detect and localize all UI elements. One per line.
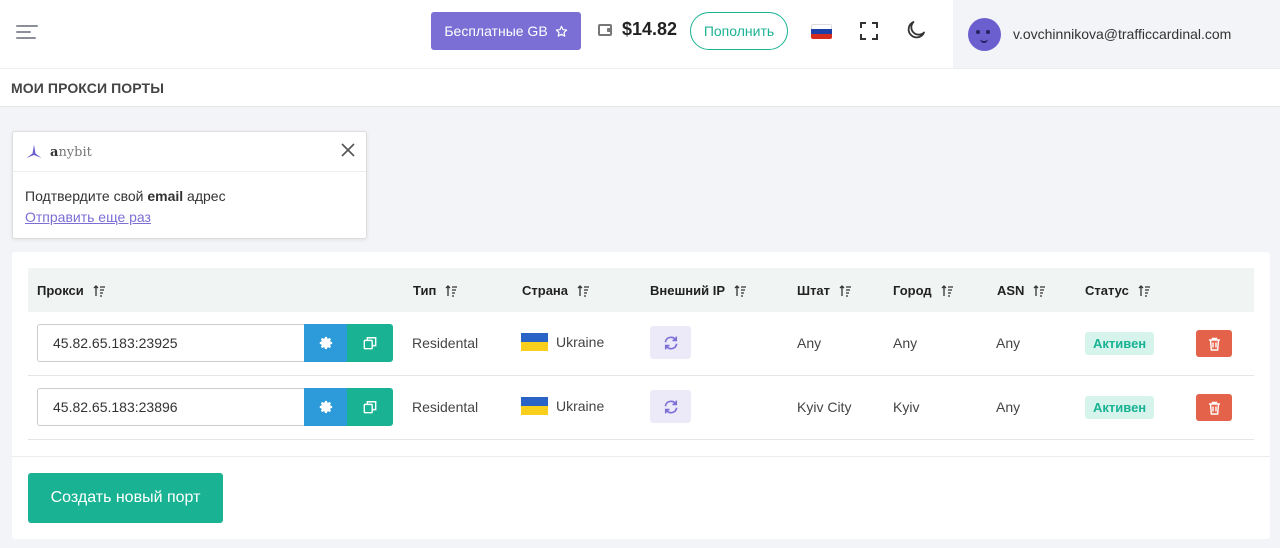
proxy-state: Kyiv City [797,399,852,415]
proxy-country: Ukraine [521,397,604,415]
column-header-type[interactable]: Тип [413,283,458,298]
status-badge: Активен [1085,332,1155,355]
copy-icon [363,337,377,350]
column-header-state[interactable]: Штат [797,283,852,298]
anybit-logo-icon [26,144,42,158]
menu-icon[interactable] [16,23,38,41]
sort-icon [941,284,953,297]
close-icon[interactable] [340,142,356,158]
resend-link[interactable]: Отправить еще раз [25,207,354,228]
proxy-city: Any [893,335,918,351]
sort-icon [1138,284,1150,297]
copy-proxy-button[interactable] [347,388,393,426]
card-footer-divider [12,456,1270,457]
proxy-type: Residental [412,399,479,415]
sort-icon [577,284,590,297]
user-email: v.ovchinnikova@trafficcardinal.com [1013,26,1232,42]
star-icon [555,25,567,37]
status-badge: Активен [1085,396,1155,419]
proxy-field-group [37,324,393,362]
sort-icon [839,284,852,297]
delete-proxy-button[interactable] [1196,394,1232,421]
sort-icon [1033,284,1046,297]
column-header-proxy[interactable]: Прокси [37,283,106,298]
column-header-external-ip[interactable]: Внешний IP [650,283,747,298]
proxy-asn: Any [996,335,1021,351]
user-menu[interactable]: v.ovchinnikova@trafficcardinal.com [953,0,1280,68]
table-header: Прокси Тип Страна Внешний IP Штат Город … [28,268,1254,312]
refresh-icon [664,400,677,413]
balance-value: $14.82 [622,19,678,39]
free-gb-label: Бесплатные GB [444,23,548,39]
moon-icon[interactable] [904,18,928,42]
table-row: Residental Ukraine Kyiv City Kyiv Any Ак… [28,376,1254,440]
wallet-icon [598,24,612,36]
sort-icon [93,284,105,297]
refresh-ip-button[interactable] [650,390,691,423]
column-header-city[interactable]: Город [893,283,954,298]
proxy-country: Ukraine [521,333,604,351]
language-flag-ru-icon[interactable] [811,24,832,39]
proxy-field-group [37,388,393,426]
proxy-settings-button[interactable] [304,388,347,426]
page-title-bar: МОИ ПРОКСИ ПОРТЫ [0,68,1280,107]
topup-button[interactable]: Пополнить [690,12,788,50]
trash-icon [1208,401,1220,415]
trash-icon [1208,337,1220,351]
proxy-city: Kyiv [893,399,920,415]
proxy-address-input[interactable] [37,388,304,426]
proxy-state: Any [797,335,822,351]
refresh-ip-button[interactable] [650,326,691,359]
table-row: Residental Ukraine Any Any Any Активен [28,312,1254,376]
fullscreen-icon[interactable] [860,22,878,40]
column-header-country[interactable]: Страна [522,283,590,298]
sort-icon [734,284,747,297]
free-gb-button[interactable]: Бесплатные GB [431,12,581,50]
toast-brand: anybit [50,145,92,160]
proxy-ports-card: Прокси Тип Страна Внешний IP Штат Город … [12,252,1270,539]
email-confirm-toast: anybit Подтвердите свой email адрес Отпр… [12,131,367,239]
gear-icon [319,336,332,350]
toast-body: Подтвердите свой email адрес Отправить е… [13,172,366,228]
country-name: Ukraine [556,334,605,350]
refresh-icon [664,336,677,349]
gear-icon [319,400,332,414]
proxy-settings-button[interactable] [304,324,347,362]
delete-proxy-button[interactable] [1196,330,1232,357]
create-port-button[interactable]: Создать новый порт [28,473,223,523]
country-name: Ukraine [556,398,605,414]
toast-message: Подтвердите свой email адрес [25,188,226,204]
column-header-asn[interactable]: ASN [997,283,1046,298]
proxy-type: Residental [412,335,479,351]
flag-ua-icon [521,333,548,351]
avatar [968,17,1001,51]
proxy-asn: Any [996,399,1021,415]
sort-icon [445,284,458,297]
column-header-status[interactable]: Статус [1085,283,1151,298]
proxy-address-input[interactable] [37,324,304,362]
copy-proxy-button[interactable] [347,324,393,362]
copy-icon [363,401,377,414]
toast-header: anybit [13,132,366,172]
top-bar: Бесплатные GB $14.82 Пополнить v.ovchinn… [0,0,1280,68]
flag-ua-icon [521,397,548,415]
page-title: МОИ ПРОКСИ ПОРТЫ [11,80,164,96]
